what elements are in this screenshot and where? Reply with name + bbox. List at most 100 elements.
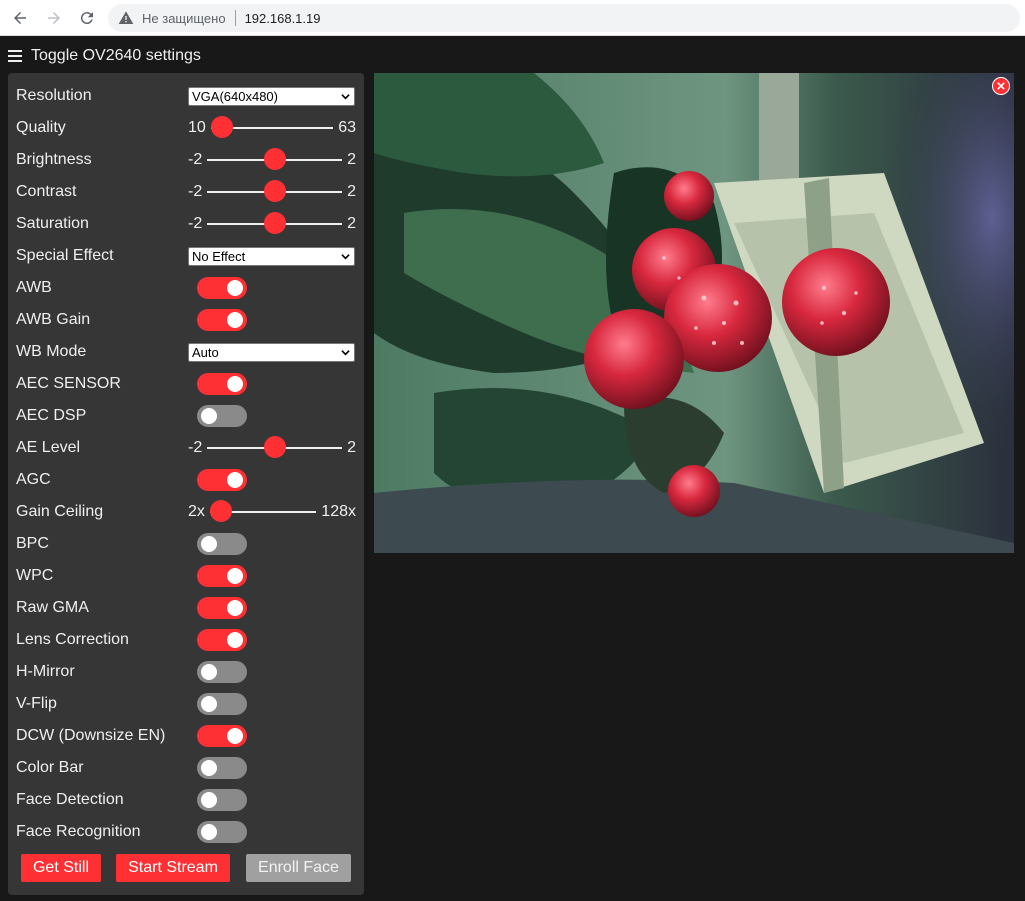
contrast-slider[interactable]: -2 2 — [188, 180, 356, 202]
setting-label: Quality — [16, 119, 66, 136]
setting-label: Resolution — [16, 87, 92, 104]
setting-h-mirror: H-Mirror — [16, 656, 356, 688]
wb-mode-select[interactable]: Auto — [188, 342, 355, 362]
v-flip-toggle[interactable] — [197, 693, 247, 715]
security-status[interactable]: Не защищено — [142, 11, 226, 26]
setting-v-flip: V-Flip — [16, 688, 356, 720]
setting-ae-level: AE Level -2 2 — [16, 432, 356, 464]
toggle-knob — [201, 664, 217, 680]
setting-label: Face Recognition — [16, 823, 141, 840]
slider-thumb[interactable] — [210, 116, 233, 138]
slider-track[interactable] — [207, 148, 343, 170]
reload-button[interactable] — [75, 6, 99, 30]
setting-label: AGC — [16, 471, 51, 488]
lens-correction-toggle[interactable] — [197, 629, 247, 651]
slider-min: -2 — [188, 151, 203, 168]
slider-min: 10 — [188, 119, 206, 136]
raw-gma-toggle[interactable] — [197, 597, 247, 619]
settings-panel: Get Still Start Stream Enroll Face Resol… — [8, 73, 364, 895]
toggle-knob — [227, 568, 243, 584]
slider-thumb[interactable] — [209, 500, 232, 522]
agc-toggle[interactable] — [197, 469, 247, 491]
resolution-select[interactable]: VGA(640x480) — [188, 86, 355, 106]
setting-label: H-Mirror — [16, 663, 75, 680]
warning-icon — [118, 11, 134, 24]
setting-label: V-Flip — [16, 695, 57, 712]
toggle-knob — [227, 280, 243, 296]
start-stream-button[interactable]: Start Stream — [116, 854, 230, 882]
setting-resolution: Resolution VGA(640x480) — [16, 80, 356, 112]
aec-sensor-toggle[interactable] — [197, 373, 247, 395]
setting-label: Contrast — [16, 183, 77, 200]
setting-label: Brightness — [16, 151, 92, 168]
url-text[interactable]: 192.168.1.19 — [245, 11, 321, 26]
face-recognition-toggle[interactable] — [197, 821, 247, 843]
close-stream-button[interactable] — [992, 77, 1010, 95]
toggle-knob — [201, 536, 217, 552]
select-value: VGA(640x480) — [192, 88, 278, 104]
close-icon — [997, 82, 1005, 90]
setting-brightness: Brightness -2 2 — [16, 144, 356, 176]
dcw-downsize-en-toggle[interactable] — [197, 725, 247, 747]
slider-max: 128x — [321, 503, 356, 520]
ae-level-slider[interactable]: -2 2 — [188, 436, 356, 458]
slider-thumb[interactable] — [263, 148, 286, 170]
toggle-knob — [227, 312, 243, 328]
slider-track[interactable] — [207, 436, 343, 458]
setting-agc: AGC — [16, 464, 356, 496]
brightness-slider[interactable]: -2 2 — [188, 148, 356, 170]
setting-contrast: Contrast -2 2 — [16, 176, 356, 208]
setting-quality: Quality 10 63 — [16, 112, 356, 144]
back-button[interactable] — [8, 6, 32, 30]
gain-ceiling-slider[interactable]: 2x 128x — [188, 500, 356, 522]
h-mirror-toggle[interactable] — [197, 661, 247, 683]
setting-awb: AWB — [16, 272, 356, 304]
slider-min: 2x — [188, 503, 205, 520]
face-detection-toggle[interactable] — [197, 789, 247, 811]
slider-track[interactable] — [207, 212, 343, 234]
toggle-knob — [201, 408, 217, 424]
camera-stream — [374, 73, 1014, 553]
forward-button[interactable] — [42, 6, 66, 30]
setting-label: WPC — [16, 567, 54, 584]
quality-slider[interactable]: 10 63 — [188, 116, 356, 138]
awb-gain-toggle[interactable] — [197, 309, 247, 331]
toggle-knob — [227, 376, 243, 392]
arrow-right-icon — [48, 12, 60, 24]
setting-special-effect: Special Effect No Effect — [16, 240, 356, 272]
reload-icon — [80, 12, 93, 25]
setting-label: AE Level — [16, 439, 81, 456]
setting-label: AWB — [16, 279, 52, 296]
chevron-down-icon — [341, 253, 350, 259]
setting-label: DCW (Downsize EN) — [16, 727, 166, 744]
saturation-slider[interactable]: -2 2 — [188, 212, 356, 234]
slider-max: 2 — [347, 215, 356, 232]
bpc-toggle[interactable] — [197, 533, 247, 555]
wpc-toggle[interactable] — [197, 565, 247, 587]
arrow-left-icon — [14, 12, 26, 24]
slider-thumb[interactable] — [263, 180, 286, 202]
aec-dsp-toggle[interactable] — [197, 405, 247, 427]
select-value: Auto — [192, 344, 219, 360]
color-bar-toggle[interactable] — [197, 757, 247, 779]
slider-track[interactable] — [209, 500, 317, 522]
get-still-button[interactable]: Get Still — [21, 854, 101, 882]
setting-aec-dsp: AEC DSP — [16, 400, 356, 432]
setting-awb-gain: AWB Gain — [16, 304, 356, 336]
toggle-knob — [201, 824, 217, 840]
setting-label: AEC DSP — [16, 407, 87, 424]
toggle-knob — [201, 792, 217, 808]
slider-max: 63 — [338, 119, 356, 136]
enroll-face-button[interactable]: Enroll Face — [246, 854, 351, 882]
slider-track[interactable] — [210, 116, 334, 138]
toggle-knob — [201, 760, 217, 776]
slider-thumb[interactable] — [263, 436, 286, 458]
special-effect-select[interactable]: No Effect — [188, 246, 355, 266]
awb-toggle[interactable] — [197, 277, 247, 299]
setting-face-recognition: Face Recognition — [16, 816, 356, 848]
slider-thumb[interactable] — [263, 212, 286, 234]
slider-track[interactable] — [207, 180, 343, 202]
toggle-settings[interactable]: Toggle OV2640 settings — [8, 46, 201, 66]
address-bar[interactable]: Не защищено 192.168.1.19 — [108, 4, 1020, 32]
toggle-knob — [227, 472, 243, 488]
